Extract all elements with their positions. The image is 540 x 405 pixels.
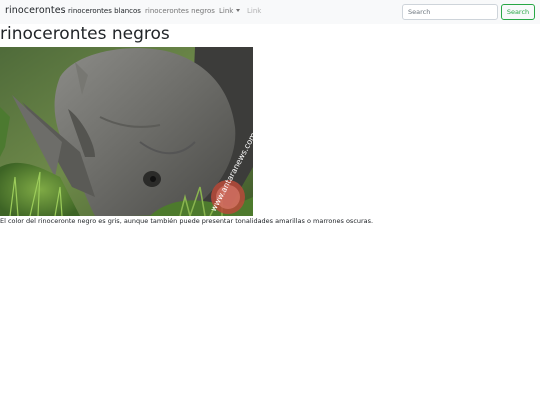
- nav-link-dropdown-label: Link: [219, 7, 234, 15]
- page-title: rinocerontes negros: [0, 24, 170, 44]
- nav-link-rinocerontes-blancos[interactable]: rinocerontes blancos: [68, 7, 141, 15]
- caret-down-icon: [236, 9, 241, 12]
- nav-link-disabled: Link: [247, 7, 262, 15]
- search-button[interactable]: Search: [501, 4, 535, 20]
- search-input[interactable]: [402, 4, 498, 20]
- image-caption: El color del rinoceronte negro es gris, …: [0, 217, 374, 225]
- navbar: rinocerontes rinocerontes blancos rinoce…: [0, 0, 540, 24]
- rhino-photo: www.antaranews.com: [0, 47, 253, 216]
- navbar-brand[interactable]: rinocerontes: [5, 5, 66, 16]
- nav-link-rinocerontes-negros[interactable]: rinocerontes negros: [145, 7, 215, 15]
- nav-link-dropdown[interactable]: Link: [219, 7, 241, 15]
